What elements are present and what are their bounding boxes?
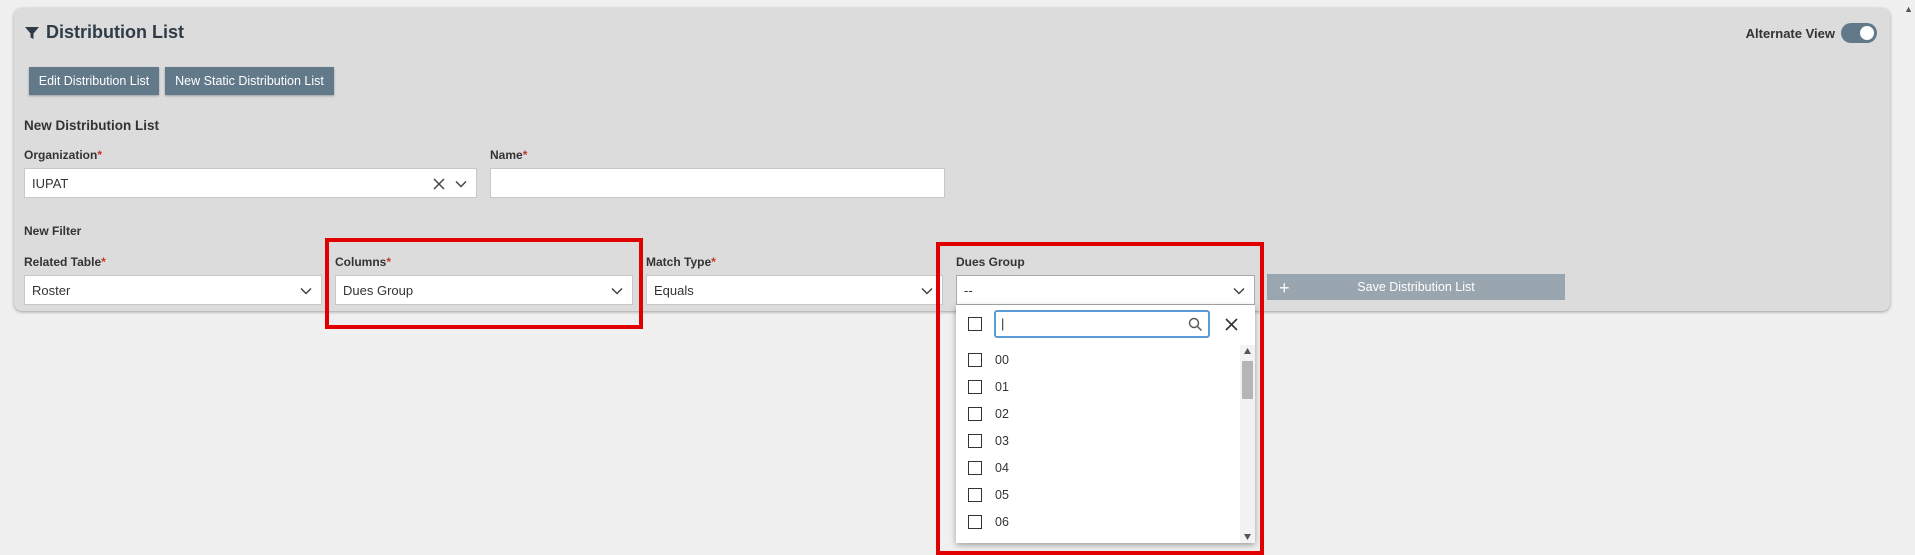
page-title-text: Distribution List bbox=[46, 22, 184, 42]
edit-distribution-list-button[interactable]: Edit Distribution List bbox=[29, 67, 159, 95]
organization-label: Organization* bbox=[24, 148, 102, 162]
match-type-label: Match Type* bbox=[646, 255, 716, 269]
page-title: Distribution List bbox=[24, 22, 184, 43]
related-table-label-text: Related Table bbox=[24, 255, 102, 269]
required-mark: * bbox=[101, 255, 106, 269]
match-type-select[interactable]: Equals bbox=[646, 275, 943, 305]
required-mark: * bbox=[522, 148, 528, 162]
name-input[interactable] bbox=[490, 168, 945, 198]
save-distribution-list-label: Save Distribution List bbox=[1357, 280, 1475, 294]
new-static-distribution-list-button[interactable]: New Static Distribution List bbox=[165, 67, 334, 95]
match-type-label-text: Match Type bbox=[646, 255, 712, 269]
related-table-label: Related Table* bbox=[24, 255, 106, 269]
name-label-text: Name bbox=[490, 148, 523, 162]
chevron-down-icon bbox=[921, 287, 933, 295]
organization-value: IUPAT bbox=[32, 175, 69, 191]
alternate-view-label: Alternate View bbox=[1745, 25, 1835, 41]
filter-icon bbox=[25, 26, 39, 39]
required-mark: * bbox=[711, 255, 716, 269]
window-corner-arrow: ▲ bbox=[1904, 4, 1913, 14]
columns-highlight-box bbox=[325, 238, 643, 329]
chevron-down-icon bbox=[300, 287, 312, 295]
organization-select[interactable]: IUPAT bbox=[24, 168, 477, 198]
alternate-view-control: Alternate View bbox=[1746, 23, 1877, 43]
alternate-view-toggle[interactable] bbox=[1841, 23, 1877, 43]
clear-icon[interactable] bbox=[432, 177, 446, 191]
new-filter-heading: New Filter bbox=[24, 224, 82, 238]
chevron-down-icon bbox=[455, 180, 467, 188]
save-distribution-list-button[interactable]: + Save Distribution List bbox=[1267, 274, 1565, 300]
related-table-value: Roster bbox=[32, 282, 71, 298]
match-type-value: Equals bbox=[654, 282, 694, 298]
related-table-select[interactable]: Roster bbox=[24, 275, 322, 305]
organization-label-text: Organization bbox=[24, 148, 98, 162]
plus-icon: + bbox=[1279, 278, 1290, 298]
required-mark: * bbox=[97, 148, 103, 162]
dues-group-highlight-box bbox=[936, 242, 1264, 555]
toggle-knob bbox=[1860, 26, 1874, 40]
new-distribution-list-heading: New Distribution List bbox=[24, 118, 159, 133]
name-label: Name* bbox=[490, 148, 527, 162]
